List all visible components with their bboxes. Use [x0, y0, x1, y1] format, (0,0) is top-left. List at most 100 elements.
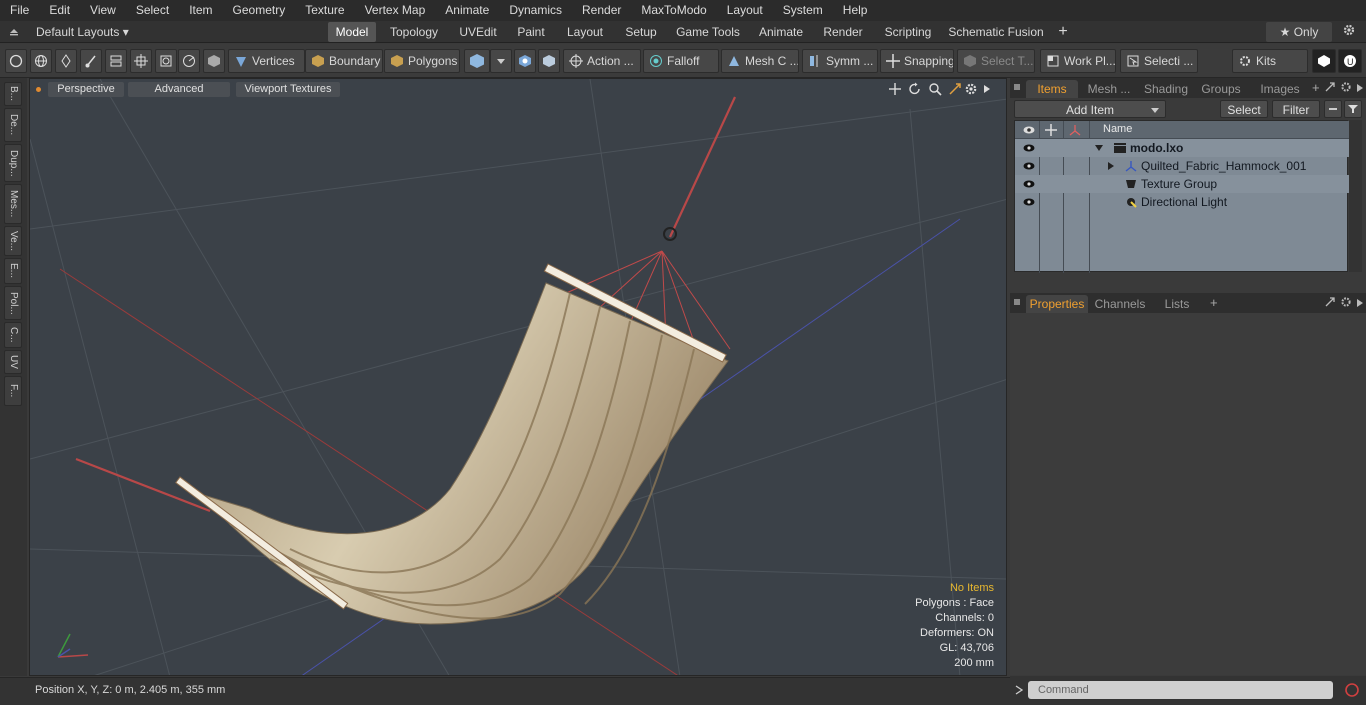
- unreal-icon[interactable]: U: [1338, 49, 1362, 73]
- filter-button[interactable]: Filter: [1272, 100, 1320, 118]
- mode-dropdown-icon[interactable]: [490, 49, 512, 73]
- tab-layout[interactable]: Layout: [560, 22, 610, 42]
- vtab-fusion[interactable]: F...: [4, 376, 22, 406]
- tab-game-tools[interactable]: Game Tools: [672, 22, 744, 42]
- expand-arrow-down-icon[interactable]: [1095, 144, 1103, 152]
- select-button[interactable]: Select: [1220, 100, 1268, 118]
- item-mode-icon[interactable]: [203, 49, 225, 73]
- tab-scripting[interactable]: Scripting: [878, 22, 938, 42]
- kits-button[interactable]: Kits: [1232, 49, 1308, 73]
- selection-sets-button[interactable]: Selecti ...: [1120, 49, 1198, 73]
- lock-column-icon[interactable]: [1045, 124, 1057, 136]
- panel-maximize-icon[interactable]: [1324, 296, 1336, 308]
- rotate-view-icon[interactable]: [908, 82, 922, 96]
- tree-scrollbar[interactable]: [1349, 120, 1362, 272]
- add-panel-tab-icon[interactable]: +: [1312, 80, 1320, 95]
- expand-arrow-right-icon[interactable]: [1107, 162, 1115, 170]
- select-through-button[interactable]: Select T...: [957, 49, 1035, 73]
- tree-row-directional-light[interactable]: Directional Light: [1015, 193, 1349, 211]
- tab-groups[interactable]: Groups: [1196, 80, 1246, 98]
- menu-edit[interactable]: Edit: [39, 0, 80, 21]
- panel-arrow-icon[interactable]: [1356, 82, 1364, 92]
- menu-geometry[interactable]: Geometry: [223, 0, 296, 21]
- 3d-viewport[interactable]: Perspective Advanced Viewport Textures N…: [29, 78, 1007, 676]
- tab-paint[interactable]: Paint: [512, 22, 550, 42]
- tab-schematic-fusion[interactable]: Schematic Fusion: [948, 22, 1044, 42]
- visibility-eye-icon[interactable]: [1023, 179, 1035, 189]
- tab-animate[interactable]: Animate: [754, 22, 808, 42]
- menu-help[interactable]: Help: [833, 0, 878, 21]
- vertices-button[interactable]: Vertices: [228, 49, 305, 73]
- zoom-view-icon[interactable]: [928, 82, 942, 96]
- menu-file[interactable]: File: [0, 0, 39, 21]
- pen-tool-icon[interactable]: [55, 49, 77, 73]
- viewport-expand-arrow-icon[interactable]: [982, 83, 992, 95]
- menu-vertex-map[interactable]: Vertex Map: [355, 0, 436, 21]
- menu-render[interactable]: Render: [572, 0, 631, 21]
- vtab-basic[interactable]: B...: [4, 82, 22, 106]
- tab-images[interactable]: Images: [1250, 80, 1310, 98]
- advanced-button[interactable]: Advanced: [128, 82, 230, 97]
- pan-icon[interactable]: [888, 82, 902, 96]
- panel-collapse-icon[interactable]: [1014, 84, 1020, 90]
- command-input[interactable]: Command: [1028, 681, 1333, 699]
- vtab-vertex[interactable]: Ve...: [4, 226, 22, 256]
- panel-collapse-icon[interactable]: [1014, 299, 1020, 305]
- action-center-button[interactable]: Action ...: [563, 49, 641, 73]
- tab-setup[interactable]: Setup: [620, 22, 662, 42]
- unity-icon[interactable]: [1312, 49, 1336, 73]
- pivot-icon[interactable]: [155, 49, 177, 73]
- tab-uvedit[interactable]: UVEdit: [452, 22, 504, 42]
- name-column-header[interactable]: Name: [1103, 123, 1132, 135]
- vtab-duplicate[interactable]: Dup...: [4, 144, 22, 182]
- tab-mesh[interactable]: Mesh ...: [1082, 80, 1136, 98]
- tree-row-mesh[interactable]: Quilted_Fabric_Hammock_001: [1015, 157, 1349, 175]
- visibility-eye-icon[interactable]: [1023, 161, 1035, 171]
- tab-channels[interactable]: Channels: [1092, 295, 1148, 313]
- snapping-button[interactable]: Snapping: [880, 49, 954, 73]
- perspective-button[interactable]: Perspective: [48, 82, 124, 97]
- layout-gear-icon[interactable]: [1340, 22, 1358, 42]
- boundary-button[interactable]: Boundary: [305, 49, 383, 73]
- material-mode-icon[interactable]: [464, 49, 490, 73]
- viewport-menu-dot-icon[interactable]: [36, 87, 41, 92]
- panel-gear-icon[interactable]: [1340, 296, 1352, 308]
- add-tab-icon[interactable]: +: [1054, 22, 1072, 42]
- only-toggle[interactable]: ★ Only: [1266, 22, 1332, 42]
- tree-row-texture-group[interactable]: Texture Group: [1015, 175, 1349, 193]
- tab-lists[interactable]: Lists: [1152, 295, 1202, 313]
- visibility-column-icon[interactable]: [1023, 125, 1035, 135]
- center-icon[interactable]: [130, 49, 152, 73]
- menu-texture[interactable]: Texture: [295, 0, 354, 21]
- menu-view[interactable]: View: [80, 0, 126, 21]
- component-icon[interactable]: [105, 49, 127, 73]
- vtab-edge[interactable]: E...: [4, 258, 22, 284]
- tab-properties[interactable]: Properties: [1026, 295, 1088, 313]
- tab-items[interactable]: Items: [1026, 80, 1078, 98]
- collapse-all-icon[interactable]: [1324, 100, 1342, 118]
- edge-icon[interactable]: [178, 49, 200, 73]
- add-panel-tab-icon[interactable]: +: [1210, 295, 1218, 310]
- add-item-button[interactable]: Add Item: [1014, 100, 1166, 118]
- menu-animate[interactable]: Animate: [435, 0, 499, 21]
- vtab-mesh-edit[interactable]: Mes...: [4, 184, 22, 224]
- menu-system[interactable]: System: [773, 0, 833, 21]
- menu-maxtomodo[interactable]: MaxToModo: [631, 0, 716, 21]
- brush-icon[interactable]: [80, 49, 102, 73]
- visibility-eye-icon[interactable]: [1023, 143, 1035, 153]
- tab-render[interactable]: Render: [818, 22, 868, 42]
- default-layouts-dropdown[interactable]: Default Layouts ▾: [36, 22, 132, 42]
- panel-maximize-icon[interactable]: [1324, 81, 1336, 93]
- mesh-constraint-button[interactable]: Mesh C ...: [721, 49, 799, 73]
- filter-funnel-icon[interactable]: [1344, 100, 1362, 118]
- work-plane-button[interactable]: Work Pl...: [1040, 49, 1116, 73]
- vtab-uv[interactable]: UV: [4, 350, 22, 374]
- tab-topology[interactable]: Topology: [384, 22, 444, 42]
- select-circle-icon[interactable]: [5, 49, 27, 73]
- symmetry-button[interactable]: Symm ...: [802, 49, 878, 73]
- tab-model[interactable]: Model: [328, 22, 376, 42]
- menu-dynamics[interactable]: Dynamics: [499, 0, 572, 21]
- menu-item[interactable]: Item: [179, 0, 222, 21]
- symmetry-gizmo-icon[interactable]: [514, 49, 536, 73]
- falloff-button[interactable]: Falloff: [643, 49, 719, 73]
